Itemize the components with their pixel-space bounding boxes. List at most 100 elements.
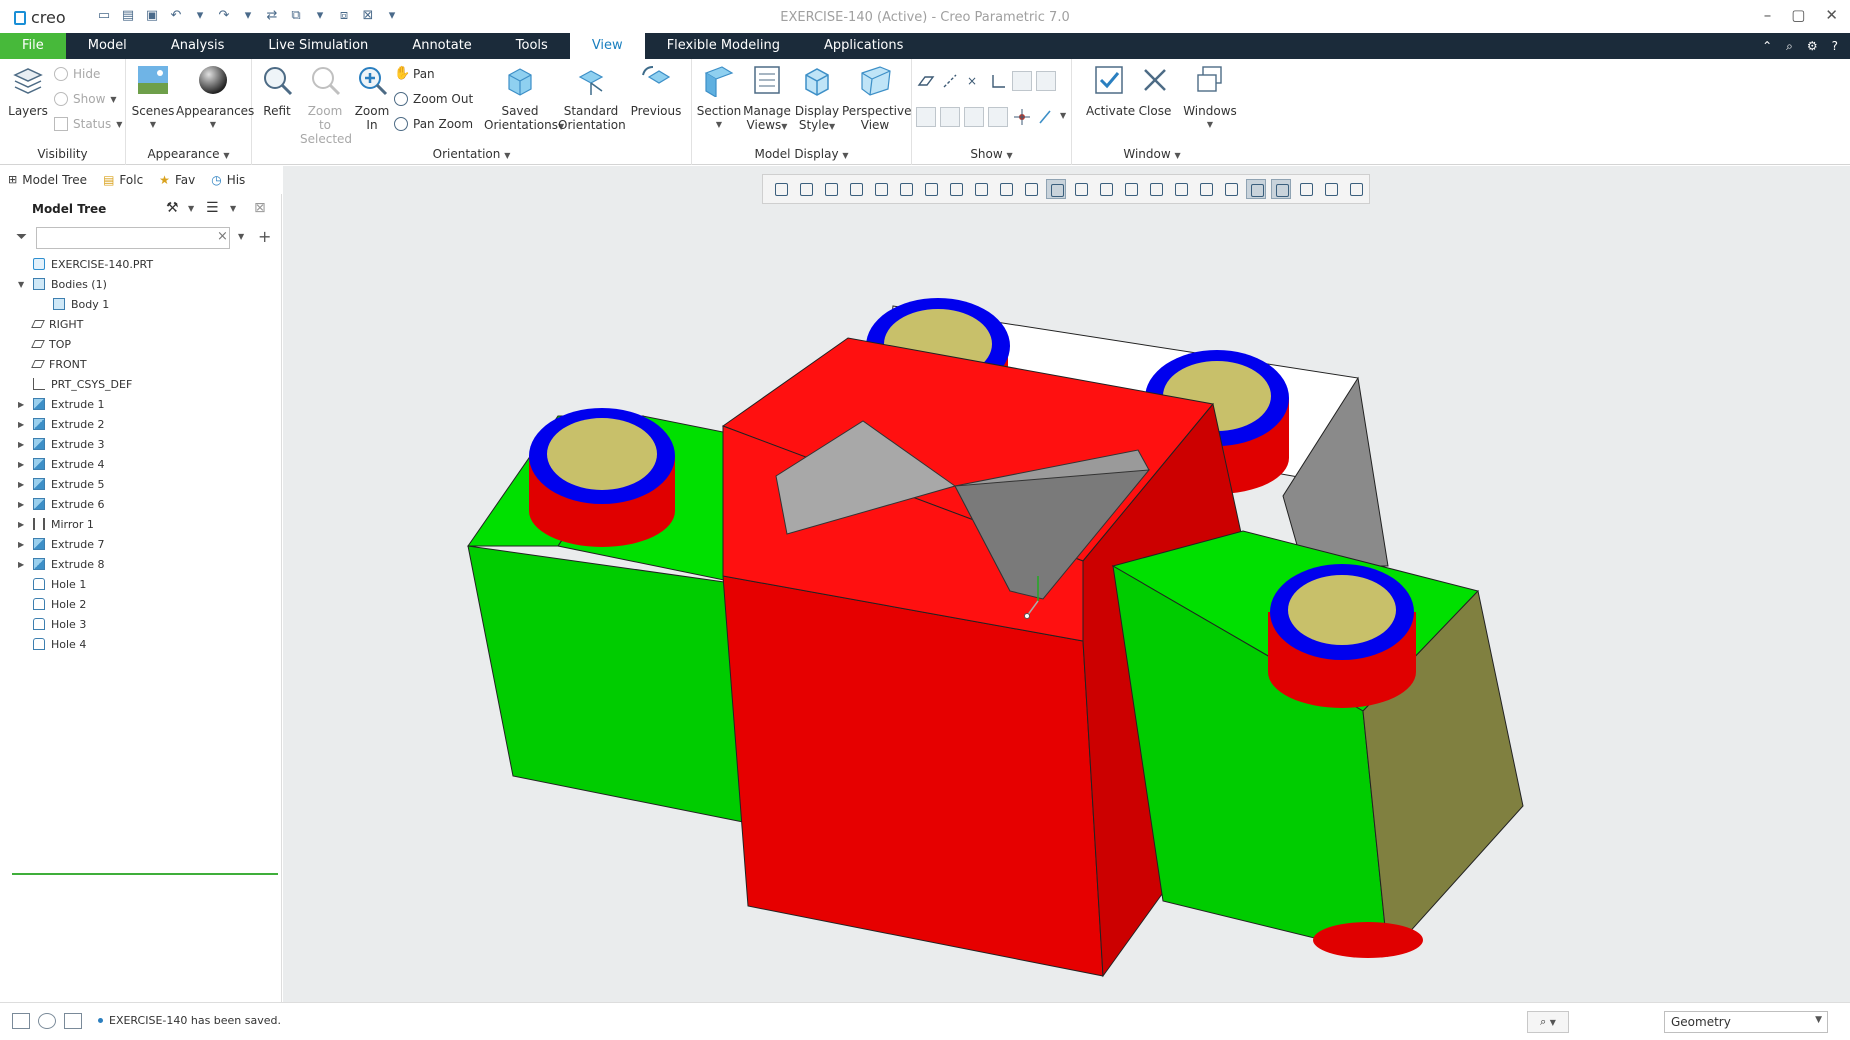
tab-flexible-modeling[interactable]: Flexible Modeling: [645, 33, 802, 59]
minimize-icon[interactable]: –: [1764, 6, 1772, 24]
show-button[interactable]: Show ▼: [54, 90, 117, 108]
toggle-navigator-icon[interactable]: [12, 1013, 30, 1029]
full-screen-icon[interactable]: [64, 1013, 82, 1029]
tab-history[interactable]: ◷ His: [203, 166, 253, 194]
tree-settings-dropdown-icon[interactable]: ▼: [188, 204, 194, 213]
show-dropdown-icon[interactable]: ▼: [110, 95, 116, 104]
display-style-button[interactable]: Display Style▼: [794, 63, 840, 134]
toggle-browser-icon[interactable]: [38, 1013, 56, 1029]
tab-view[interactable]: View: [569, 33, 645, 59]
tree-expand-icon[interactable]: ▼: [18, 280, 27, 289]
hide-button[interactable]: Hide: [54, 65, 100, 83]
tree-item[interactable]: Hole 3: [18, 614, 86, 634]
window-group-dropdown-icon[interactable]: ▼: [1175, 151, 1181, 160]
plane-display-icon[interactable]: [916, 71, 936, 91]
point-tag-display-icon[interactable]: [964, 107, 984, 127]
plane-tag-display-icon[interactable]: [916, 107, 936, 127]
annotation-display-icon[interactable]: [1012, 71, 1032, 91]
tree-item[interactable]: ▶ Extrude 3: [18, 434, 105, 454]
appearance-group-dropdown-icon[interactable]: ▼: [223, 151, 229, 160]
windows-button[interactable]: Windows ▼: [1180, 63, 1240, 132]
activate-button[interactable]: Activate: [1086, 63, 1135, 118]
clear-search-icon[interactable]: ×: [217, 229, 228, 244]
tree-item[interactable]: FRONT: [18, 354, 87, 374]
tab-live-simulation[interactable]: Live Simulation: [246, 33, 390, 59]
tree-expand-icon[interactable]: ▶: [18, 440, 27, 449]
window-group-label[interactable]: Window ▼: [1072, 147, 1232, 161]
selection-filter-dropdown[interactable]: Geometry ▼: [1664, 1011, 1828, 1033]
appearances-button[interactable]: Appearances ▼: [176, 63, 254, 132]
tree-item[interactable]: Hole 4: [18, 634, 86, 654]
tree-item[interactable]: ▶ Extrude 1: [18, 394, 105, 414]
show-more-dropdown-icon[interactable]: ▼: [1060, 111, 1066, 120]
tree-expand-icon[interactable]: ▶: [18, 460, 27, 469]
settings-icon[interactable]: ⚙: [1807, 39, 1818, 53]
tree-item[interactable]: Body 1: [38, 294, 109, 314]
tree-item[interactable]: ▼ Bodies (1): [18, 274, 107, 294]
tree-item[interactable]: Hole 1: [18, 574, 86, 594]
tree-expand-icon[interactable]: ▶: [18, 520, 27, 529]
search-help-icon[interactable]: ⌕: [1786, 39, 1793, 54]
tree-expand-icon[interactable]: ▶: [18, 480, 27, 489]
tree-item[interactable]: RIGHT: [18, 314, 83, 334]
pan-zoom-button[interactable]: Pan Zoom: [394, 115, 473, 133]
search-options-dropdown-icon[interactable]: ▼: [238, 232, 244, 241]
tree-item[interactable]: ▶ Extrude 6: [18, 494, 105, 514]
axis-display-icon[interactable]: [940, 71, 960, 91]
add-filter-icon[interactable]: +: [258, 227, 271, 246]
tree-expand-icon[interactable]: ▶: [18, 400, 27, 409]
status-button[interactable]: Status ▼: [54, 115, 122, 133]
tab-annotate[interactable]: Annotate: [390, 33, 493, 59]
saved-orientations-button[interactable]: Saved Orientations▼: [484, 63, 564, 134]
show-group-dropdown-icon[interactable]: ▼: [1007, 151, 1013, 160]
tree-columns-dropdown-icon[interactable]: ▼: [230, 204, 236, 213]
zoom-out-button[interactable]: Zoom Out: [394, 90, 473, 108]
tab-applications[interactable]: Applications: [802, 33, 925, 59]
windows-dropdown-icon[interactable]: ▼: [1180, 118, 1240, 132]
tree-item[interactable]: ▶ Extrude 2: [18, 414, 105, 434]
tab-analysis[interactable]: Analysis: [149, 33, 247, 59]
layers-button[interactable]: Layers: [6, 63, 50, 118]
tree-item[interactable]: ▶ Extrude 8: [18, 554, 105, 574]
csys-display-icon[interactable]: [988, 71, 1008, 91]
axis-tag-display-icon[interactable]: [940, 107, 960, 127]
tree-expand-icon[interactable]: ▶: [18, 420, 27, 429]
zoom-in-button[interactable]: Zoom In: [352, 63, 392, 132]
tree-expand-icon[interactable]: ▶: [18, 560, 27, 569]
tree-item[interactable]: Hole 2: [18, 594, 86, 614]
tree-item[interactable]: EXERCISE-140.PRT: [18, 254, 153, 274]
status-dropdown-icon[interactable]: ▼: [116, 120, 122, 129]
scenes-button[interactable]: Scenes ▼: [130, 63, 176, 132]
maximize-icon[interactable]: ▢: [1791, 6, 1805, 24]
tab-model[interactable]: Model: [66, 33, 149, 59]
model-display-group-dropdown-icon[interactable]: ▼: [842, 151, 848, 160]
tab-file[interactable]: File: [0, 33, 66, 59]
close-icon[interactable]: ✕: [1825, 6, 1838, 24]
perspective-view-button[interactable]: Perspective View: [842, 63, 912, 132]
graphics-area[interactable]: [283, 166, 1850, 1002]
model-display-group-label[interactable]: Model Display ▼: [692, 147, 911, 161]
tree-item[interactable]: ▶ Extrude 4: [18, 454, 105, 474]
part-model[interactable]: [283, 166, 1850, 1002]
tree-columns-icon[interactable]: ☰: [206, 200, 219, 216]
manage-views-dropdown-icon[interactable]: ▼: [781, 122, 787, 131]
sketch-display-icon[interactable]: [1036, 107, 1056, 127]
dimension-display-icon[interactable]: [1036, 71, 1056, 91]
manage-views-button[interactable]: Manage Views▼: [742, 63, 792, 134]
tree-expand-icon[interactable]: ▶: [18, 500, 27, 509]
csys-tag-display-icon[interactable]: [988, 107, 1008, 127]
tree-expand-icon[interactable]: ▶: [18, 540, 27, 549]
filter-funnel-icon[interactable]: ⏷: [16, 229, 27, 245]
tree-item[interactable]: PRT_CSYS_DEF: [18, 374, 132, 394]
tab-favorites[interactable]: ★ Fav: [151, 166, 203, 194]
tree-item[interactable]: ▶ Extrude 5: [18, 474, 105, 494]
tab-folder-browser[interactable]: ▤ Folc: [95, 166, 151, 194]
tree-settings-icon[interactable]: ⚒: [166, 200, 179, 216]
orientation-group-label[interactable]: Orientation ▼: [252, 147, 691, 161]
find-button[interactable]: ⌕ ▼: [1527, 1011, 1569, 1033]
tree-item[interactable]: ▶ Extrude 7: [18, 534, 105, 554]
insert-here-marker[interactable]: [12, 873, 278, 875]
tab-tools[interactable]: Tools: [494, 33, 570, 59]
tree-search-input[interactable]: [36, 227, 230, 249]
standard-orientation-button[interactable]: Standard Orientation: [558, 63, 626, 132]
